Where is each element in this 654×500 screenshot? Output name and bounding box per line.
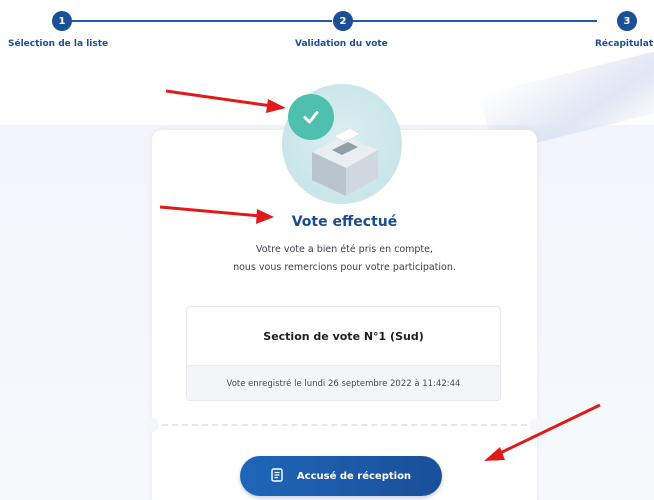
vote-section-name: Section de vote N°1 (Sud) [263,329,424,343]
step-2-circle: 2 [333,11,353,31]
progress-stepper: 1 Sélection de la liste 2 Validation du … [0,0,654,55]
step-1-label: Sélection de la liste [8,39,109,49]
step-3-label: Récapitulat [595,39,654,49]
confirmation-message-line-2: nous vous remercions pour votre particip… [233,262,456,273]
stepper-line-1 [70,20,332,22]
confirmation-title: Vote effectué [291,214,398,230]
receipt-button[interactable]: Accusé de réception [240,456,442,496]
receipt-icon [271,467,283,485]
card-divider [162,424,527,426]
step-3-circle: 3 [617,11,637,31]
vote-section-summary: Section de vote N°1 (Sud) Vote enregistr… [186,306,501,401]
confirmation-message: Votre vote a bien été pris en compte, no… [152,241,537,277]
vote-recorded-timestamp: Vote enregistré le lundi 26 septembre 20… [187,365,500,400]
step-2-label: Validation du vote [295,39,388,49]
confirmation-message-line-1: Votre vote a bien été pris en compte, [255,244,434,255]
success-check-icon [288,94,334,140]
card-notch-right [530,418,544,432]
annotation-arrow-1 [165,89,286,113]
step-1-circle: 1 [52,11,72,31]
stepper-line-2 [352,20,597,22]
receipt-button-label: Accusé de réception [296,470,412,482]
card-notch-left [145,418,159,432]
